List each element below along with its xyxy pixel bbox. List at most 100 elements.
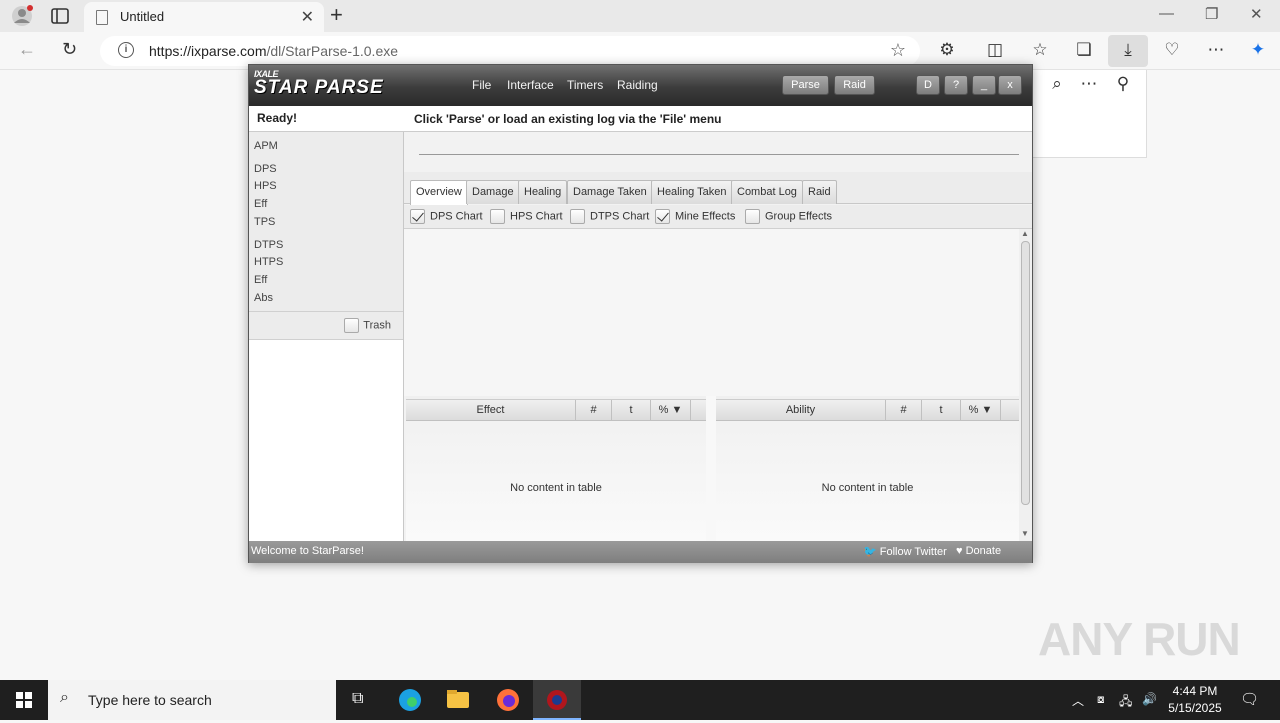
tab-healing-taken[interactable]: Healing Taken [651,180,733,204]
dps-chart-option[interactable]: DPS Chart [410,209,483,224]
dtps-chart-option[interactable]: DTPS Chart [570,209,649,224]
dps-chart-checkbox[interactable] [410,209,425,224]
scroll-up-icon[interactable]: ▲ [1021,229,1029,238]
col-ability[interactable]: Ability [716,400,886,421]
network-icon[interactable]: 🖧 [1119,692,1132,713]
volume-icon[interactable]: 🔊 [1142,692,1157,706]
tab-damage-taken[interactable]: Damage Taken [567,180,653,204]
panel-more-icon[interactable]: ⋯ [1077,74,1101,94]
tab-healing[interactable]: Healing [518,180,568,204]
trash-toggle[interactable]: Trash [344,318,391,333]
tab-title: Untitled [120,9,165,24]
tab-actions-icon[interactable] [50,7,70,25]
favorite-star-icon[interactable]: ☆ [890,40,906,61]
edge-icon[interactable] [386,680,434,720]
raid-button[interactable]: Raid [834,75,875,95]
tab-raid[interactable]: Raid [802,180,837,204]
app-close-button[interactable]: x [998,75,1022,95]
scroll-thumb[interactable] [1021,241,1030,505]
col-percent[interactable]: % ▼ [651,400,691,421]
trash-checkbox[interactable] [344,318,360,333]
file-explorer-icon[interactable] [434,680,482,720]
stat-dtps: DTPS [254,239,284,251]
clock-time: 4:44 PM [1172,684,1218,698]
favorites-icon[interactable]: ☆ [1028,40,1052,60]
firefox-icon[interactable] [484,680,532,720]
windows-start-icon[interactable] [0,680,48,720]
minimize-icon[interactable]: — [1159,5,1174,22]
welcome-text: Welcome to StarParse! [251,545,364,557]
effects-empty-text: No content in table [510,482,602,494]
extensions-icon[interactable]: ⚙ [935,40,959,60]
close-tab-icon[interactable]: ✕ [301,7,314,27]
col-ability-count[interactable]: # [886,400,922,421]
menu-file[interactable]: File [472,78,491,92]
menu-raiding[interactable]: Raiding [617,78,658,92]
stat-apm: APM [254,140,278,152]
vertical-scrollbar[interactable]: ▲ ▼ [1019,229,1032,541]
group-effects-option[interactable]: Group Effects [745,209,832,224]
new-tab-icon[interactable]: + [330,2,343,28]
browser-tab[interactable]: Untitled ✕ [84,2,324,32]
hps-chart-option[interactable]: HPS Chart [490,209,563,224]
anyrun-watermark: ANY RUN [1038,613,1241,665]
tab-overview[interactable]: Overview [410,180,468,205]
d-button[interactable]: D [916,75,940,95]
starparse-taskbar-icon[interactable] [533,680,581,720]
scroll-down-icon[interactable]: ▼ [1021,529,1029,538]
copilot-icon[interactable]: ✦ [1246,40,1270,60]
tray-chevron-icon[interactable]: ︿ [1072,692,1084,709]
collections-icon[interactable]: ❏ [1072,40,1096,60]
status-bar: Ready! Click 'Parse' or load an existing… [249,106,1032,132]
profile-icon[interactable] [10,5,34,27]
tab-combat-log[interactable]: Combat Log [731,180,803,204]
taskbar: ⌕ Type here to search ⧉ ︿ ⧇ 🖧 🔊 4:44 PM … [0,680,1280,720]
help-button[interactable]: ? [944,75,968,95]
pin-icon[interactable]: ⚲ [1111,74,1135,94]
ability-table-header: Ability # t % ▼ [716,399,1019,421]
group-effects-checkbox[interactable] [745,209,760,224]
col-ability-time[interactable]: t [922,400,961,421]
split-screen-icon[interactable]: ◫ [983,40,1007,60]
tab-damage[interactable]: Damage [466,180,520,204]
restore-icon[interactable]: ❐ [1205,5,1218,23]
notifications-icon[interactable]: 🗨 [1240,690,1259,708]
task-view-icon[interactable]: ⧉ [336,680,384,720]
stats-sidebar: APM DPS HPS Eff TPS DTPS HTPS Eff Abs Tr… [249,132,404,541]
tab-bar: Overview Damage Healing Damage Taken Hea… [404,172,1032,205]
downloads-button[interactable]: ⤓ [1108,35,1148,67]
close-window-icon[interactable]: ✕ [1250,5,1263,23]
address-bar[interactable]: i https://ixparse.com/dl/StarParse-1.0.e… [100,36,920,66]
col-ability-percent[interactable]: % ▼ [961,400,1001,421]
donate-link[interactable]: ♥ Donate [956,545,1001,557]
app-header: IXALE STAR PARSE File Interface Timers R… [249,65,1032,106]
stat-hps: HPS [254,180,277,192]
stat-abs: Abs [254,292,273,304]
system-clock[interactable]: 4:44 PM 5/15/2025 [1160,683,1230,717]
browser-tab-bar: Untitled ✕ + — ❐ ✕ [0,0,1280,32]
hps-chart-checkbox[interactable] [490,209,505,224]
clock-date: 5/15/2025 [1168,701,1222,715]
back-icon[interactable]: ← [18,39,36,60]
browser-essentials-icon[interactable]: ♡ [1160,40,1184,60]
refresh-icon[interactable]: ↻ [62,39,77,60]
col-count[interactable]: # [576,400,612,421]
follow-twitter-link[interactable]: 🐦 Follow Twitter [863,545,947,558]
col-time[interactable]: t [612,400,651,421]
menu-interface[interactable]: Interface [507,78,554,92]
stat-tps: TPS [254,216,276,228]
ready-label: Ready! [257,111,298,125]
taskbar-search[interactable]: ⌕ Type here to search [48,680,336,720]
mine-effects-option[interactable]: Mine Effects [655,209,735,224]
dtps-chart-checkbox[interactable] [570,209,585,224]
menu-timers[interactable]: Timers [567,78,603,92]
tray-device-icon[interactable]: ⧇ [1097,692,1105,707]
more-options-icon[interactable]: ⋯ [1204,40,1228,60]
app-minimize-button[interactable]: _ [972,75,996,95]
parse-button[interactable]: Parse [782,75,829,95]
col-effect[interactable]: Effect [406,400,576,421]
url-text[interactable]: https://ixparse.com/dl/StarParse-1.0.exe [149,43,398,59]
site-info-icon[interactable]: i [118,42,134,58]
search-icon[interactable]: ⌕ [1045,74,1069,94]
mine-effects-checkbox[interactable] [655,209,670,224]
